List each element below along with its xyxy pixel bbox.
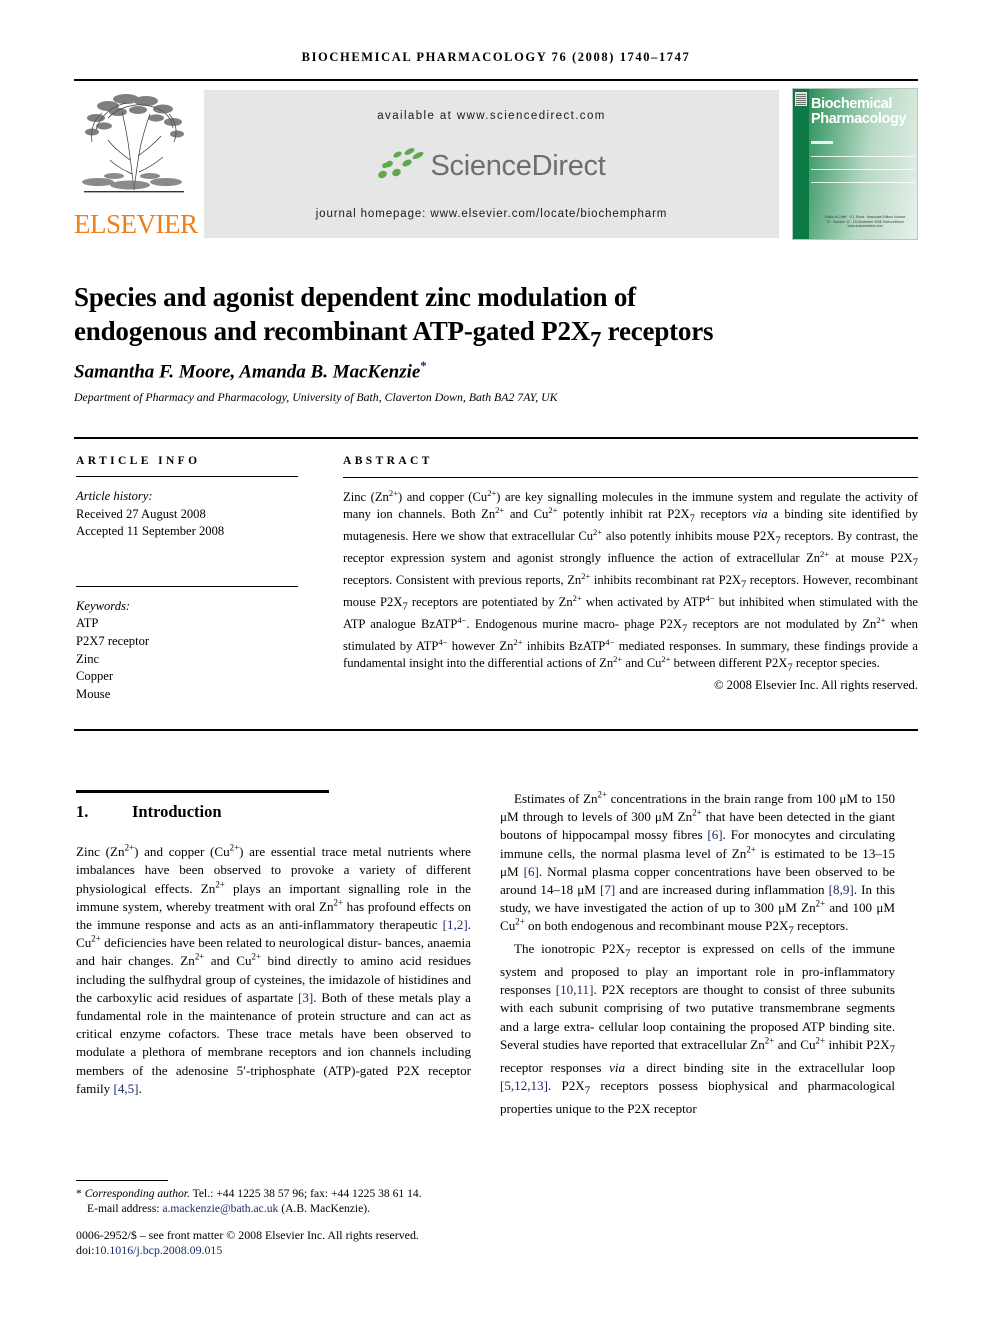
abstract-copyright: © 2008 Elsevier Inc. All rights reserved… <box>713 678 918 693</box>
keywords-block: Keywords: ATP P2X7 receptor Zinc Copper … <box>76 598 298 704</box>
title-line-1: Species and agonist dependent zinc modul… <box>74 282 636 313</box>
sciencedirect-dots-icon <box>376 146 424 183</box>
imprint-block: 0006-2952/$ – see front matter © 2008 El… <box>76 1228 506 1259</box>
keywords-label: Keywords: <box>76 598 131 613</box>
abstract-column: ABSTRACT Zinc (Zn2+) and copper (Cu2+) a… <box>343 455 918 693</box>
journal-article-page: BIOCHEMICAL PHARMACOLOGY 76 (2008) 1740–… <box>0 0 992 1323</box>
doi-link[interactable]: 10.1016/j.bcp.2008.09.015 <box>95 1243 223 1257</box>
section-number: 1. <box>76 802 89 821</box>
article-info-underline <box>76 476 298 477</box>
doi-line: doi:10.1016/j.bcp.2008.09.015 <box>76 1243 506 1258</box>
elsevier-tree-icon <box>78 90 190 198</box>
elsevier-badge-icon <box>795 92 807 106</box>
author-list: Samantha F. Moore, Amanda B. MacKenzie* <box>74 358 864 383</box>
abstract-text: Zinc (Zn2+) and copper (Cu2+) are key si… <box>343 487 919 674</box>
elsevier-wordmark: ELSEVIER <box>74 209 198 239</box>
cover-footer-text: Editor-in-Chief · S.J. Enna · Associate … <box>824 215 906 229</box>
sciencedirect-logo: ScienceDirect <box>204 142 779 190</box>
title-line-2b: receptors <box>601 316 714 347</box>
masthead: ELSEVIER available at www.sciencedirect.… <box>74 88 918 240</box>
keyword-item: Zinc <box>76 651 100 666</box>
author-names: Samantha F. Moore, Amanda B. MacKenzie <box>74 361 421 383</box>
article-info-heading: ARTICLE INFO <box>76 455 201 467</box>
doi-label: doi: <box>76 1243 95 1258</box>
keywords-rule <box>76 585 298 587</box>
keyword-item: ATP <box>76 616 99 631</box>
asterisk-icon: * <box>76 1187 82 1200</box>
info-section-rule <box>74 437 918 439</box>
section-title: Introduction <box>132 802 222 821</box>
running-head: BIOCHEMICAL PHARMACOLOGY 76 (2008) 1740–… <box>301 50 691 64</box>
issn-front-matter: 0006-2952/$ – see front matter © 2008 El… <box>76 1228 419 1242</box>
body-column-right: Estimates of Zn2+ concentrations in the … <box>500 790 895 1118</box>
keyword-item: Copper <box>76 669 114 684</box>
email-owner: (A.B. MacKenzie). <box>281 1202 371 1216</box>
title-line-2a: endogenous and recombinant ATP-gated P2X <box>74 316 591 347</box>
intro-paragraph-1: Zinc (Zn2+) and copper (Cu2+) are essent… <box>76 842 471 1096</box>
keyword-item: Mouse <box>76 686 111 701</box>
journal-homepage-text: journal homepage: www.elsevier.com/locat… <box>315 208 668 220</box>
intro-paragraph-3: The ionotropic P2X7 receptor is expresse… <box>500 941 896 1116</box>
cover-spine <box>793 89 809 239</box>
section-rule <box>76 790 329 793</box>
email-label: E-mail address: <box>87 1202 160 1216</box>
available-at-text: available at www.sciencedirect.com <box>377 110 606 122</box>
corresponding-author-note: * Corresponding author. Tel.: +44 1225 3… <box>76 1186 476 1201</box>
sciencedirect-band: available at www.sciencedirect.com Scien… <box>204 90 779 238</box>
elsevier-logo: ELSEVIER <box>74 88 198 240</box>
sciencedirect-wordmark: ScienceDirect <box>430 149 606 182</box>
info-bottom-rule <box>74 729 298 731</box>
corresponding-author-contact: Tel.: +44 1225 38 57 96; fax: +44 1225 3… <box>189 1187 422 1200</box>
article-history: Article history: Received 27 August 2008… <box>76 488 298 541</box>
title-subscript: 7 <box>590 326 602 352</box>
journal-cover-thumbnail: Biochemical Pharmacology Editor-in-Chief… <box>792 88 918 240</box>
affiliation: Department of Pharmacy and Pharmacology,… <box>74 390 558 404</box>
article-received-date: Received 27 August 2008 <box>76 506 206 521</box>
article-info-column: ARTICLE INFO Article history: Received 2… <box>76 455 298 703</box>
article-accepted-date: Accepted 11 September 2008 <box>76 524 225 539</box>
footnote-block: * Corresponding author. Tel.: +44 1225 3… <box>76 1186 476 1216</box>
header-rule <box>74 79 918 81</box>
page-title: Species and agonist dependent zinc modul… <box>74 280 864 356</box>
cover-title-line2: Pharmacology <box>811 111 907 127</box>
email-link[interactable]: a.mackenzie@bath.ac.uk <box>162 1202 278 1215</box>
cover-title: Biochemical Pharmacology <box>811 97 917 127</box>
article-history-label: Article history: <box>76 489 153 503</box>
body-column-left: 1. Introduction Zinc (Zn2+) and copper (C… <box>76 790 471 1098</box>
corresponding-author-marker: * <box>420 358 427 373</box>
intro-paragraph-2: Estimates of Zn2+ concentrations in the … <box>500 789 896 938</box>
abstract-heading: ABSTRACT <box>343 455 433 467</box>
cover-title-line1: Biochemical <box>811 96 893 112</box>
abstract-underline <box>343 477 918 478</box>
keyword-item: P2X7 receptor <box>76 633 150 648</box>
footnote-rule <box>76 1180 168 1181</box>
section-heading-introduction: 1. Introduction <box>76 802 471 821</box>
email-note: E-mail address: a.mackenzie@bath.ac.uk (… <box>76 1201 476 1216</box>
cover-decorative-rules <box>811 141 915 195</box>
corresponding-author-label: Corresponding author. <box>84 1187 190 1200</box>
